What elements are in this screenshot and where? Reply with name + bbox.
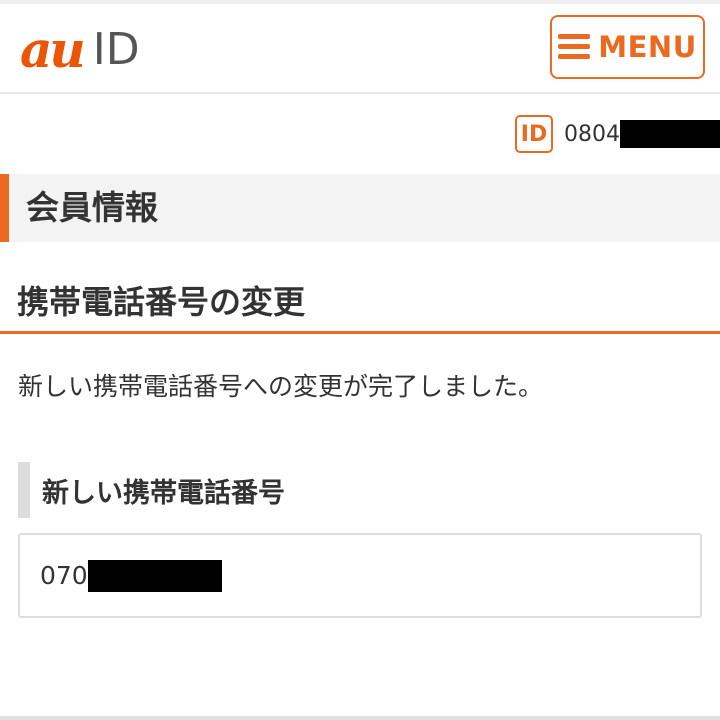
new-phone-value: 070 [40, 559, 222, 592]
member-info-accent [0, 174, 9, 242]
logo-au-text: au [20, 20, 86, 79]
member-info-title: 会員情報 [26, 188, 158, 227]
bottom-edge [0, 716, 720, 720]
site-header: au ID MENU [0, 4, 720, 94]
account-id-visible: 0804 [564, 121, 620, 147]
phone-visible: 070 [40, 561, 88, 590]
account-id-redaction [620, 120, 720, 148]
page-title: 携帯電話番号の変更 [17, 283, 306, 321]
account-id-number: 0804 [564, 120, 720, 148]
id-badge-icon: ID [515, 115, 553, 153]
menu-label: MENU [598, 30, 697, 64]
account-id-row: ID 0804 [515, 114, 720, 154]
member-info-band: 会員情報 [0, 174, 720, 242]
label-bar [18, 462, 30, 518]
hamburger-icon [558, 34, 591, 60]
heading-divider [0, 331, 720, 334]
logo-id-text: ID [92, 24, 140, 75]
menu-button[interactable]: MENU [550, 15, 705, 79]
new-phone-value-box: 070 [18, 533, 702, 618]
new-phone-label-row: 新しい携帯電話番号 [18, 462, 285, 518]
au-id-logo[interactable]: au ID [20, 24, 140, 76]
new-phone-label: 新しい携帯電話番号 [42, 477, 285, 509]
completion-message: 新しい携帯電話番号への変更が完了しました。 [18, 372, 544, 401]
phone-redaction [87, 559, 222, 592]
